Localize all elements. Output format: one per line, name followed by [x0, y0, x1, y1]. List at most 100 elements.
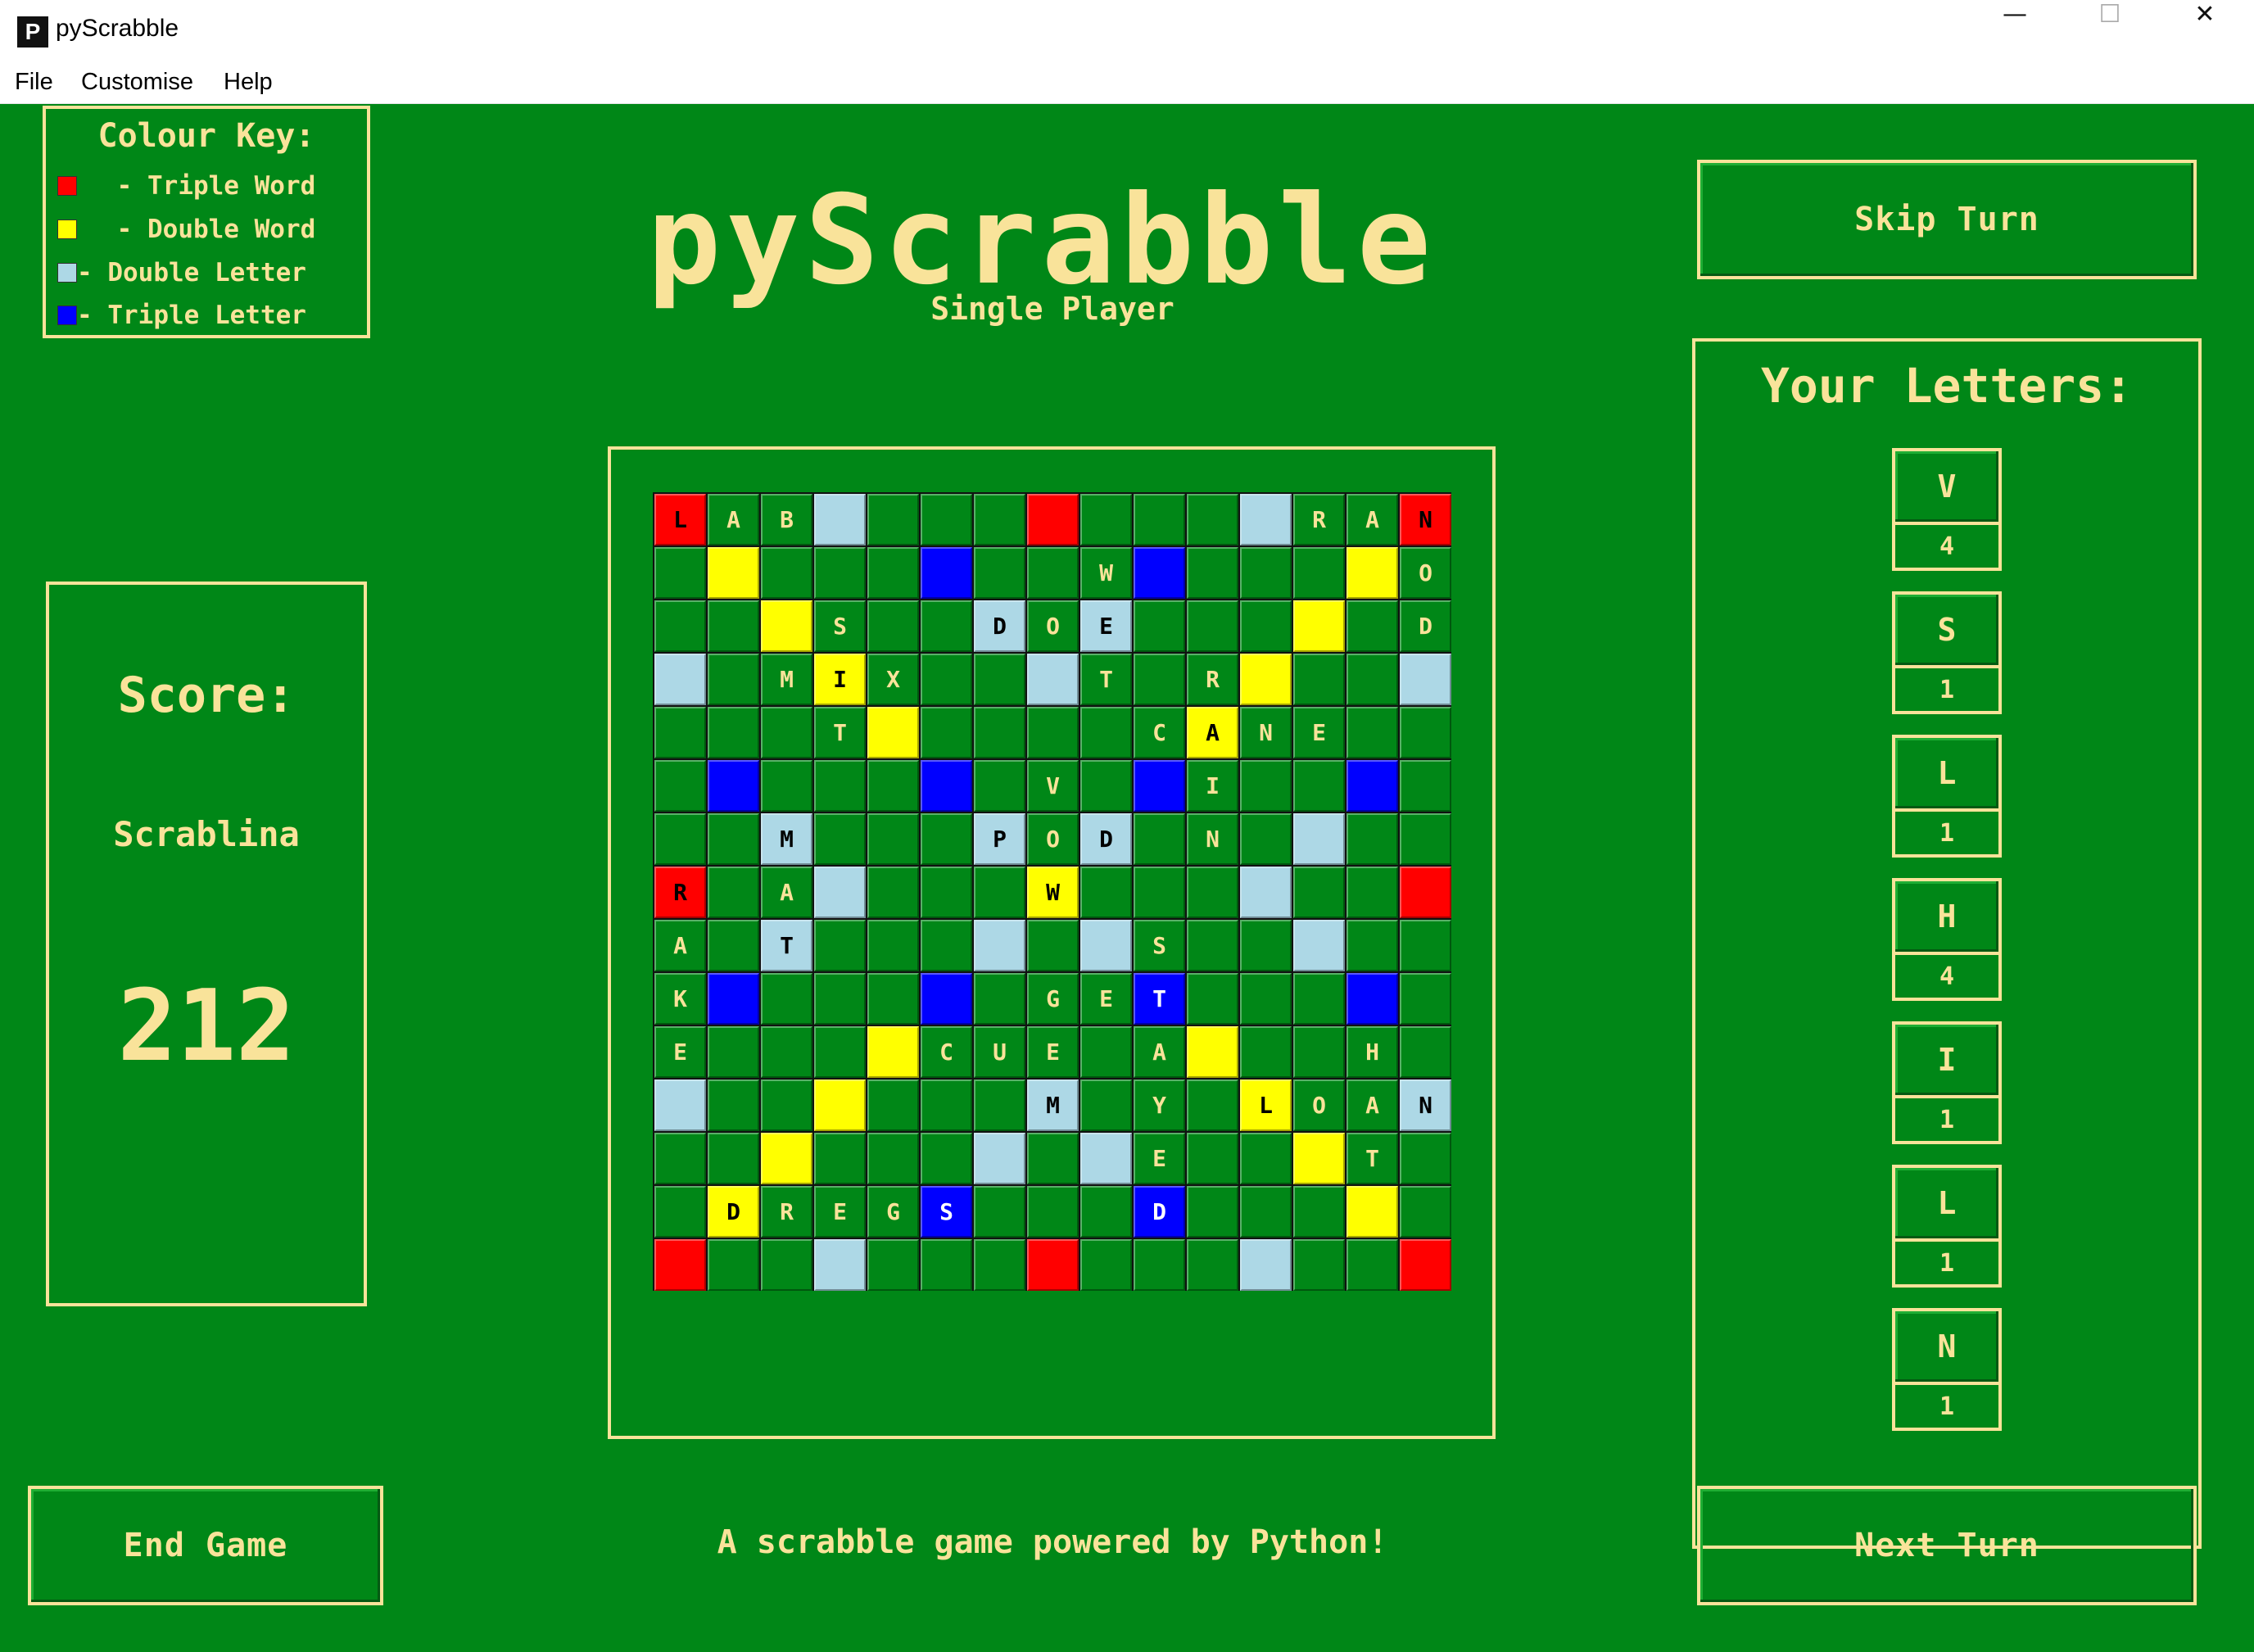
board-tile[interactable]: D — [708, 1186, 759, 1238]
board-tile[interactable]: N — [1240, 707, 1292, 758]
minimize-button[interactable]: — — [1967, 0, 2062, 64]
board-cell[interactable] — [1080, 1079, 1132, 1131]
maximize-button[interactable]: ☐ — [2062, 0, 2157, 64]
board-tile[interactable]: G — [1027, 973, 1079, 1025]
board-cell[interactable] — [1293, 813, 1345, 865]
board-cell[interactable] — [1293, 1026, 1345, 1078]
board-cell[interactable] — [1293, 654, 1345, 705]
board-tile[interactable]: E — [1293, 707, 1345, 758]
board-cell[interactable] — [1134, 654, 1185, 705]
board-cell[interactable] — [1134, 600, 1185, 652]
board-cell[interactable] — [974, 867, 1025, 918]
board-cell[interactable] — [1400, 867, 1451, 918]
board-cell[interactable] — [1240, 494, 1292, 545]
board-cell[interactable] — [814, 1239, 866, 1291]
board-cell[interactable] — [1400, 920, 1451, 971]
board-tile[interactable]: K — [654, 973, 706, 1025]
board-cell[interactable] — [1080, 760, 1132, 812]
board-cell[interactable] — [921, 920, 972, 971]
board-cell[interactable] — [1347, 654, 1398, 705]
board-cell[interactable] — [974, 494, 1025, 545]
board-cell[interactable] — [814, 547, 866, 599]
letter-tile[interactable]: V 4 — [1892, 448, 2002, 571]
board-cell[interactable] — [974, 973, 1025, 1025]
board-cell[interactable] — [708, 547, 759, 599]
board-tile[interactable]: A — [1187, 707, 1238, 758]
board-cell[interactable] — [1080, 707, 1132, 758]
board-cell[interactable] — [814, 760, 866, 812]
board-cell[interactable] — [761, 760, 812, 812]
board-cell[interactable] — [1400, 1186, 1451, 1238]
board-cell[interactable] — [921, 494, 972, 545]
board-cell[interactable] — [1187, 1079, 1238, 1131]
board-cell[interactable] — [867, 867, 919, 918]
board-cell[interactable] — [1134, 867, 1185, 918]
board-cell[interactable] — [974, 1186, 1025, 1238]
board-cell[interactable] — [921, 973, 972, 1025]
board-cell[interactable] — [1240, 600, 1292, 652]
board-cell[interactable] — [1293, 600, 1345, 652]
board-cell[interactable] — [974, 1079, 1025, 1131]
board-tile[interactable]: E — [1134, 1133, 1185, 1184]
board-cell[interactable] — [814, 1026, 866, 1078]
board-cell[interactable] — [1347, 547, 1398, 599]
board-cell[interactable] — [1080, 1026, 1132, 1078]
board-tile[interactable]: R — [654, 867, 706, 918]
board-cell[interactable] — [1240, 1239, 1292, 1291]
board-cell[interactable] — [1400, 1026, 1451, 1078]
board-cell[interactable] — [867, 1079, 919, 1131]
board-cell[interactable] — [921, 707, 972, 758]
board-tile[interactable]: W — [1080, 547, 1132, 599]
board-cell[interactable] — [1240, 1133, 1292, 1184]
board-cell[interactable] — [761, 1079, 812, 1131]
board-tile[interactable]: C — [921, 1026, 972, 1078]
board-cell[interactable] — [921, 1133, 972, 1184]
board-tile[interactable]: M — [761, 813, 812, 865]
board-cell[interactable] — [921, 600, 972, 652]
board-tile[interactable]: T — [1134, 973, 1185, 1025]
board-cell[interactable] — [1293, 1186, 1345, 1238]
board-tile[interactable]: Y — [1134, 1079, 1185, 1131]
board-tile[interactable]: M — [1027, 1079, 1079, 1131]
board-cell[interactable] — [814, 813, 866, 865]
board-tile[interactable]: S — [814, 600, 866, 652]
menu-help[interactable]: Help — [224, 69, 273, 96]
board-tile[interactable]: E — [1080, 600, 1132, 652]
board-cell[interactable] — [654, 1133, 706, 1184]
board-cell[interactable] — [921, 867, 972, 918]
board-cell[interactable] — [974, 654, 1025, 705]
board-tile[interactable]: N — [1400, 494, 1451, 545]
board-cell[interactable] — [974, 707, 1025, 758]
board-cell[interactable] — [1347, 813, 1398, 865]
board-cell[interactable] — [814, 867, 866, 918]
board-tile[interactable]: W — [1027, 867, 1079, 918]
board-cell[interactable] — [1187, 1239, 1238, 1291]
letter-tile[interactable]: L 1 — [1892, 1165, 2002, 1288]
end-game-button[interactable]: End Game — [28, 1486, 383, 1605]
board-cell[interactable] — [708, 1026, 759, 1078]
board-cell[interactable] — [1240, 1026, 1292, 1078]
board-cell[interactable] — [867, 920, 919, 971]
letter-tile[interactable]: H 4 — [1892, 878, 2002, 1001]
board-cell[interactable] — [654, 1079, 706, 1131]
board-cell[interactable] — [761, 1026, 812, 1078]
board-cell[interactable] — [1347, 1186, 1398, 1238]
board-cell[interactable] — [1347, 920, 1398, 971]
board-cell[interactable] — [1187, 1133, 1238, 1184]
board-cell[interactable] — [1187, 1026, 1238, 1078]
board-tile[interactable]: N — [1187, 813, 1238, 865]
board-tile[interactable]: I — [814, 654, 866, 705]
board-cell[interactable] — [708, 654, 759, 705]
board-tile[interactable]: S — [921, 1186, 972, 1238]
board-cell[interactable] — [1027, 547, 1079, 599]
board-tile[interactable]: O — [1027, 600, 1079, 652]
board-cell[interactable] — [1187, 973, 1238, 1025]
board-cell[interactable] — [1080, 1239, 1132, 1291]
letter-tile[interactable]: N 1 — [1892, 1308, 2002, 1431]
board-cell[interactable] — [1027, 1133, 1079, 1184]
board-cell[interactable] — [1347, 973, 1398, 1025]
board-cell[interactable] — [1027, 494, 1079, 545]
board-cell[interactable] — [708, 813, 759, 865]
board-cell[interactable] — [708, 1133, 759, 1184]
board-cell[interactable] — [1027, 1186, 1079, 1238]
